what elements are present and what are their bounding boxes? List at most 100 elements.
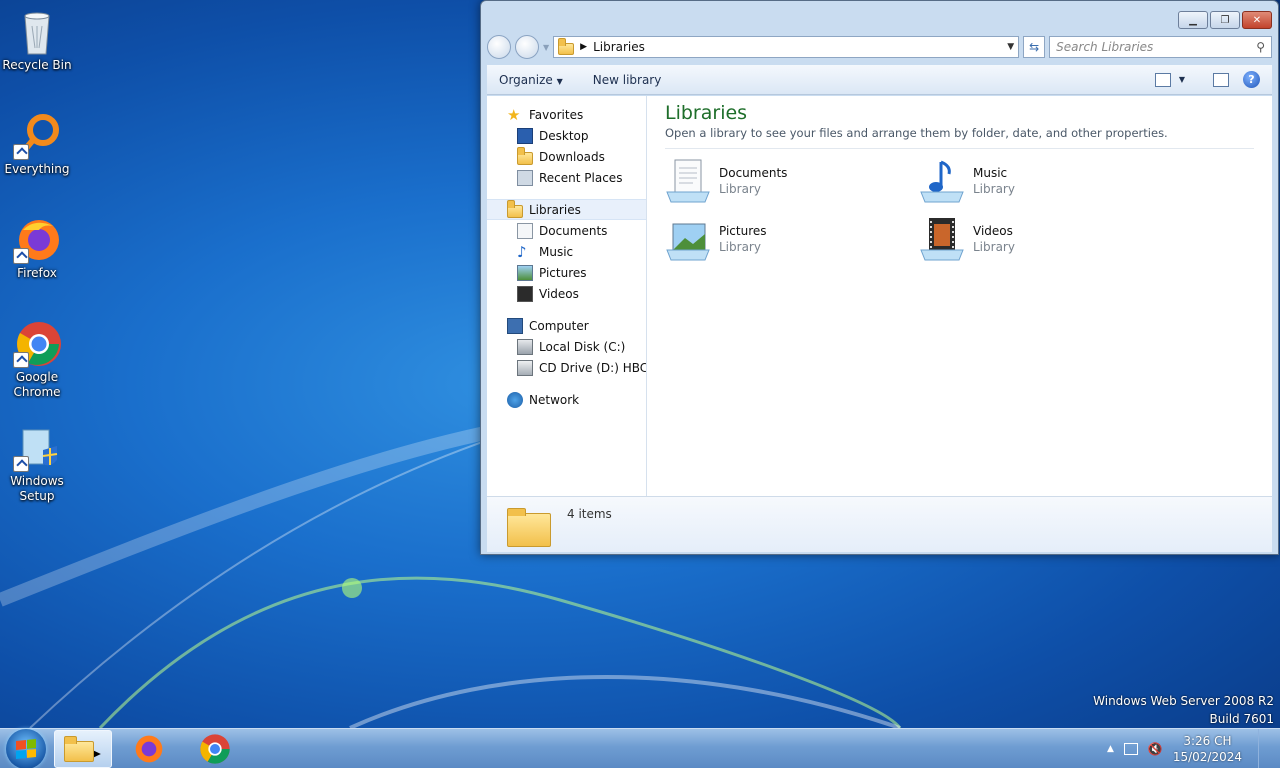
chevron-down-icon: ▼ [1178, 75, 1185, 84]
library-type: Library [973, 182, 1015, 196]
address-bar[interactable]: ▶ Libraries ▼ [553, 36, 1020, 58]
library-name: Documents [719, 166, 788, 180]
breadcrumb-separator-icon[interactable]: ▶ [580, 42, 587, 52]
chevron-down-icon: ▼ [556, 76, 563, 86]
computer-icon [507, 317, 523, 334]
nav-item-computer[interactable]: Computer [487, 315, 646, 336]
firefox-icon [135, 735, 163, 762]
caption-buttons: ▁ ❐ ✕ [1178, 11, 1272, 29]
nav-item-network[interactable]: Network [487, 389, 646, 410]
start-button[interactable] [6, 728, 46, 768]
nav-item-local-disk[interactable]: Local Disk (C:) [487, 336, 646, 357]
network-tray-icon[interactable] [1123, 742, 1138, 755]
explorer-window: ▁ ❐ ✕ ▼ ▶ Libraries ▼ ⇆ Search Libraries… [480, 0, 1279, 555]
recent-pages-dropdown-icon[interactable]: ▼ [543, 43, 549, 52]
close-icon: ✕ [1252, 14, 1262, 26]
desktop-icon-recycle-bin[interactable]: Recycle Bin [0, 8, 74, 73]
desktop-icon-label: Recycle Bin [2, 58, 72, 72]
shortcut-arrow-icon [13, 352, 29, 368]
documents-library-icon [665, 158, 711, 204]
details-pane: 4 items [487, 496, 1272, 552]
desktop-icon-everything[interactable]: Everything [0, 112, 74, 177]
nav-item-cd-drive[interactable]: CD Drive (D:) HBCD_ [487, 357, 646, 378]
nav-item-desktop[interactable]: Desktop [487, 125, 646, 146]
videos-library-icon [919, 216, 965, 262]
nav-label: Network [529, 392, 580, 407]
close-button[interactable]: ✕ [1242, 11, 1272, 29]
desktop-icon-chrome[interactable]: Google Chrome [0, 320, 74, 400]
taskbar-firefox-button[interactable] [120, 730, 178, 768]
clock[interactable]: 3:26 CH 15/02/2024 [1173, 733, 1242, 765]
nav-item-favorites[interactable]: ★ Favorites [487, 104, 646, 125]
refresh-button[interactable]: ⇆ [1023, 36, 1046, 58]
help-icon[interactable]: ? [1243, 71, 1260, 88]
downloads-folder-icon [517, 146, 533, 165]
organize-button[interactable]: Organize ▼ [499, 73, 563, 87]
item-count: 4 items [567, 507, 612, 521]
desktop-icon-firefox[interactable]: Firefox [0, 216, 74, 281]
nav-label: Recent Places [539, 170, 623, 185]
shortcut-arrow-icon [13, 144, 29, 160]
show-desktop-button[interactable] [1258, 728, 1268, 768]
preview-pane-icon[interactable] [1213, 72, 1229, 87]
libraries-icon [507, 199, 523, 218]
search-placeholder: Search Libraries [1056, 40, 1154, 54]
taskbar-chrome-button[interactable] [186, 730, 244, 768]
forward-button[interactable] [515, 35, 539, 59]
windows-logo-icon [16, 738, 36, 759]
library-item-pictures[interactable]: Pictures Library [665, 215, 919, 263]
os-watermark: Windows Web Server 2008 R2 Build 7601 [1093, 692, 1274, 728]
minimize-icon: ▁ [1189, 14, 1197, 26]
desktop-icon-windows-setup[interactable]: Windows Setup [0, 424, 74, 504]
nav-label: Videos [539, 286, 579, 301]
library-item-music[interactable]: Music Library [919, 157, 1173, 205]
breadcrumb-libraries[interactable]: Libraries [593, 40, 645, 54]
nav-label: Documents [539, 223, 608, 238]
music-note-icon: ♪ [517, 242, 527, 261]
desktop-icon-label: Google Chrome [13, 370, 61, 399]
documents-icon [517, 222, 533, 239]
nav-item-recent-places[interactable]: Recent Places [487, 167, 646, 188]
desktop-icon-label: Firefox [17, 266, 57, 280]
explorer-body: ★ Favorites Desktop Downloads Recent Pla… [487, 96, 1272, 496]
everything-icon [13, 112, 61, 160]
maximize-button[interactable]: ❐ [1210, 11, 1240, 29]
nav-label: Favorites [529, 107, 584, 122]
nav-item-videos[interactable]: Videos [487, 283, 646, 304]
nav-item-documents[interactable]: Documents [487, 220, 646, 241]
minimize-button[interactable]: ▁ [1178, 11, 1208, 29]
explorer-folder-icon [64, 736, 95, 762]
library-item-videos[interactable]: Videos Library [919, 215, 1173, 263]
pictures-library-icon [665, 216, 711, 262]
volume-muted-icon[interactable]: 🔇 [1148, 742, 1163, 756]
window-titlebar[interactable]: ▁ ❐ ✕ [481, 1, 1278, 35]
nav-item-pictures[interactable]: Pictures [487, 262, 646, 283]
libraries-large-icon [507, 503, 551, 547]
recent-places-icon [517, 169, 533, 186]
nav-item-libraries[interactable]: Libraries [487, 199, 646, 220]
nav-label: Libraries [529, 202, 581, 217]
address-dropdown-icon[interactable]: ▼ [1007, 42, 1014, 52]
show-hidden-icons-button[interactable]: ▲ [1107, 744, 1114, 754]
library-type: Library [719, 240, 761, 254]
nav-label: Pictures [539, 265, 587, 280]
library-item-documents[interactable]: Documents Library [665, 157, 919, 205]
desktop-icon-label: Everything [4, 162, 70, 176]
clock-date: 15/02/2024 [1172, 749, 1242, 764]
nav-item-music[interactable]: ♪ Music [487, 241, 646, 262]
videos-icon [517, 285, 533, 302]
new-library-button[interactable]: New library [593, 73, 662, 87]
chrome-icon [13, 320, 61, 368]
windows-setup-icon [13, 424, 61, 472]
pictures-icon [517, 264, 533, 281]
libraries-folder-icon [558, 37, 575, 55]
nav-item-downloads[interactable]: Downloads [487, 146, 646, 167]
view-options-icon [1154, 72, 1171, 87]
network-icon [507, 391, 523, 408]
desktop-icon [517, 127, 533, 144]
nav-label: Desktop [539, 128, 589, 143]
change-view-button[interactable]: ▼ [1154, 72, 1185, 87]
taskbar-explorer-button[interactable]: ➤ [54, 729, 112, 768]
search-input[interactable]: Search Libraries ⚲ [1049, 36, 1272, 58]
back-button[interactable] [487, 35, 511, 59]
